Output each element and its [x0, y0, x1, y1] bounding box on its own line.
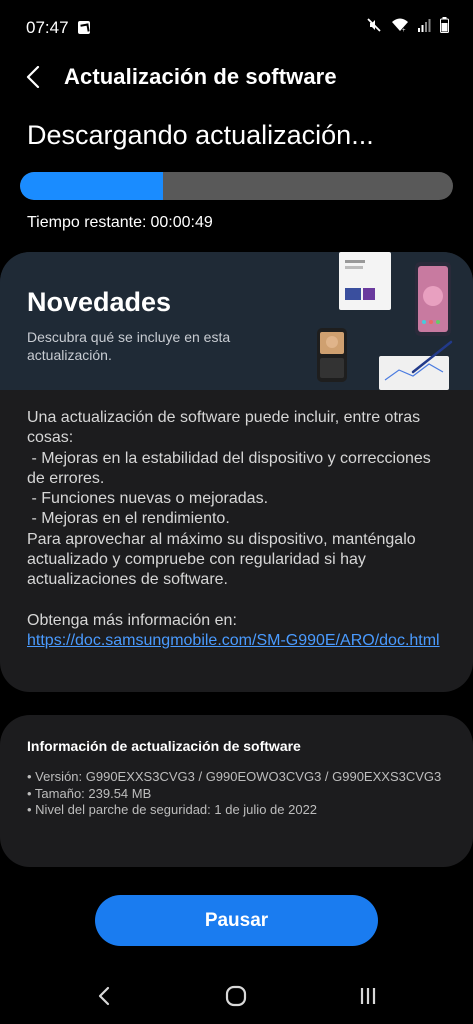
back-button[interactable]	[16, 60, 50, 94]
time-remaining-value: 00:00:49	[150, 214, 213, 231]
app-notification-icon	[78, 21, 90, 34]
pause-button[interactable]: Pausar	[95, 895, 378, 946]
signal-icon	[418, 19, 431, 32]
more-info-link[interactable]: https://doc.samsungmobile.com/SM-G990E/A…	[27, 631, 452, 651]
news-description: Descubra qué se incluye en esta actualiz…	[27, 329, 231, 363]
progress-fill	[20, 172, 163, 200]
info-version: • Versión: G990EXXS3CVG3 / G990EOWO3CVG3…	[27, 769, 442, 784]
news-banner: Novedades Descubra qué se incluye en est…	[0, 252, 473, 390]
page-title: Actualización de software	[64, 64, 337, 89]
news-card: Novedades Descubra qué se incluye en est…	[0, 252, 473, 692]
software-info-title: Información de actualización de software	[27, 738, 301, 754]
recents-icon	[360, 988, 376, 1004]
wifi-icon: +	[392, 18, 408, 33]
chevron-left-icon	[26, 66, 40, 88]
svg-text:+: +	[402, 28, 406, 33]
news-title: Novedades	[27, 287, 172, 317]
devices-illustration	[317, 252, 453, 390]
battery-icon	[440, 17, 449, 33]
download-status: Descargando actualización...	[27, 120, 374, 150]
status-time: 07:47	[26, 18, 69, 37]
navigation-bar	[0, 968, 473, 1024]
nav-back-button[interactable]	[84, 982, 124, 1010]
time-remaining-label: Tiempo restante:	[27, 214, 147, 231]
software-info-card: Información de actualización de software…	[0, 715, 473, 867]
nav-recents-button[interactable]	[348, 982, 388, 1010]
info-size: • Tamaño: 239.54 MB	[27, 785, 152, 801]
news-body: Una actualización de software puede incl…	[27, 408, 452, 652]
news-body-text: Una actualización de software puede incl…	[27, 409, 431, 589]
home-icon	[225, 985, 247, 1007]
nav-home-button[interactable]	[216, 982, 256, 1010]
download-progress-bar	[20, 172, 453, 200]
mute-icon	[367, 18, 381, 32]
status-bar: 07:47 +	[0, 0, 473, 54]
info-security-patch: • Nivel del parche de seguridad: 1 de ju…	[27, 802, 318, 817]
back-icon	[98, 986, 110, 1006]
app-header: Actualización de software	[0, 58, 473, 98]
software-info-list: • Versión: G990EXXS3CVG3 / G990EOWO3CVG3…	[27, 769, 447, 819]
time-remaining: Tiempo restante: 00:00:49	[27, 214, 213, 232]
status-icons: +	[366, 17, 449, 33]
more-info-label: Obtenga más información en:	[27, 611, 237, 629]
